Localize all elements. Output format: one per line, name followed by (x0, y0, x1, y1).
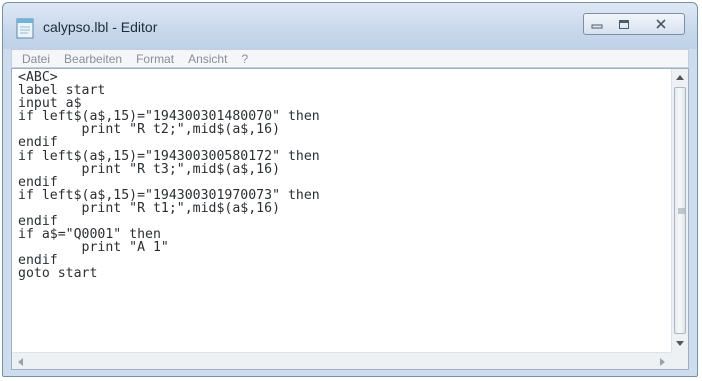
code-line: if left$(a$,15)="194300300580172" then (18, 148, 320, 164)
code-line: label start (18, 83, 106, 99)
menu-datei[interactable]: Datei (15, 52, 57, 66)
menu-format[interactable]: Format (129, 52, 181, 66)
maximize-icon (618, 19, 629, 29)
title-bar[interactable]: calypso.lbl - Editor (3, 3, 697, 49)
menu-ansicht[interactable]: Ansicht (181, 52, 234, 66)
menu-help[interactable]: ? (234, 52, 255, 66)
notepad-icon (16, 18, 34, 39)
maximize-button[interactable] (610, 13, 638, 35)
code-line: print "A 1" (18, 240, 169, 256)
scrollbar-corner (671, 352, 688, 369)
vertical-scrollbar[interactable] (671, 69, 688, 352)
code-line: endif (18, 174, 58, 190)
scroll-right-arrow-icon[interactable] (660, 358, 665, 366)
scroll-up-arrow-icon[interactable] (676, 75, 684, 80)
code-line: goto start (18, 266, 98, 282)
minimize-button[interactable] (583, 13, 611, 35)
close-icon (655, 19, 666, 29)
window-title: calypso.lbl - Editor (43, 19, 158, 35)
horizontal-scrollbar[interactable] (12, 352, 671, 369)
vertical-scroll-thumb[interactable] (674, 87, 686, 334)
code-line: endif (18, 253, 58, 269)
notepad-window: calypso.lbl - Editor Datei Bearbeiten Fo… (2, 2, 698, 377)
code-line: print "R t3;",mid$(a$,16) (18, 161, 281, 177)
text-content[interactable]: <ABC> label start input a$ if left$(a$,1… (12, 69, 671, 352)
editor-area[interactable]: <ABC> label start input a$ if left$(a$,1… (11, 68, 689, 370)
scroll-left-arrow-icon[interactable] (18, 358, 23, 366)
close-button[interactable] (637, 13, 685, 35)
grip-icon (678, 208, 685, 213)
code-line: print "R t2;",mid$(a$,16) (18, 122, 281, 138)
code-line: endif (18, 135, 58, 151)
menu-bearbeiten[interactable]: Bearbeiten (57, 52, 129, 66)
code-line: if left$(a$,15)="194300301970073" then (18, 187, 320, 203)
code-line: <ABC> (18, 70, 58, 85)
minimize-icon (591, 24, 603, 29)
code-line: print "R t1;",mid$(a$,16) (18, 200, 281, 216)
scroll-down-arrow-icon[interactable] (676, 341, 684, 346)
menu-bar: Datei Bearbeiten Format Ansicht ? (11, 49, 689, 68)
